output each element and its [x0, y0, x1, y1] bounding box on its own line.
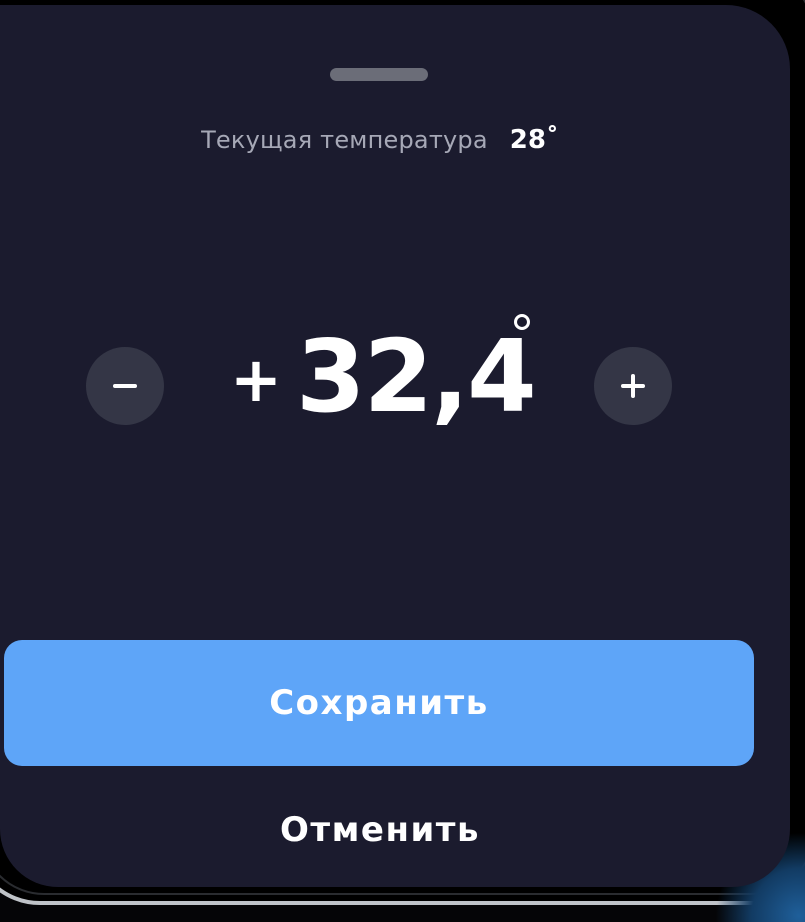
save-button-label: Сохранить	[269, 683, 489, 723]
screen: Текущая температура 28˚ + 32,4 Сохранить …	[0, 0, 805, 922]
save-button[interactable]: Сохранить	[4, 640, 754, 766]
decrease-temperature-button[interactable]	[86, 347, 164, 425]
cancel-button[interactable]: Отменить	[180, 800, 580, 860]
cancel-button-label: Отменить	[280, 810, 480, 850]
current-temperature-row: Текущая температура 28˚	[0, 125, 760, 155]
target-temperature-value: 32,4	[296, 318, 537, 435]
current-temperature-value: 28˚	[509, 125, 559, 155]
plus-icon	[621, 374, 645, 398]
drag-handle[interactable]	[330, 68, 428, 81]
temperature-bottom-sheet: Текущая температура 28˚ + 32,4 Сохранить …	[0, 5, 790, 887]
increase-temperature-button[interactable]	[594, 347, 672, 425]
target-temperature: + 32,4	[228, 323, 568, 453]
minus-icon	[113, 384, 137, 388]
target-temperature-sign: +	[230, 343, 282, 416]
current-temperature-label: Текущая температура	[201, 126, 488, 154]
degree-icon	[514, 314, 530, 330]
